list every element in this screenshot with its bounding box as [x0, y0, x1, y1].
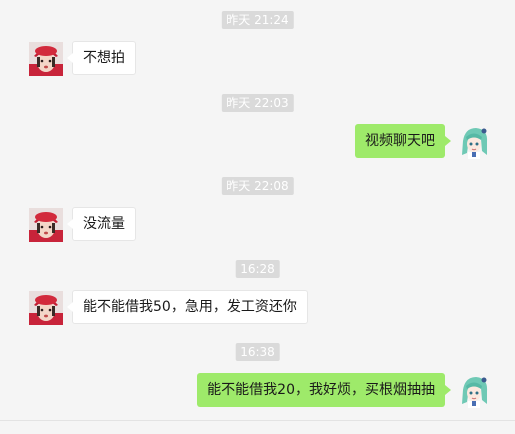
girl-red-hat-avatar-icon [29, 208, 63, 242]
anime-green-hair-avatar-icon [457, 125, 491, 159]
chat-window: 昨天 21:24 不想拍 昨天 22:03 视频聊天吧 昨天 22:08 没流量… [0, 0, 515, 434]
my-message-bubble[interactable]: 视频聊天吧 [355, 124, 451, 158]
contact-avatar[interactable] [29, 291, 63, 325]
message-timestamp: 16:38 [235, 343, 280, 361]
contact-avatar[interactable] [29, 42, 63, 76]
contact-message-bubble[interactable]: 不想拍 [67, 41, 136, 75]
my-avatar[interactable] [457, 125, 491, 159]
message-timestamp: 昨天 22:08 [221, 177, 294, 195]
contact-avatar[interactable] [29, 208, 63, 242]
contact-message-bubble[interactable]: 没流量 [67, 207, 136, 241]
girl-red-hat-avatar-icon [29, 42, 63, 76]
my-message-bubble[interactable]: 能不能借我20，我好烦，买根烟抽抽 [197, 373, 451, 407]
contact-message-bubble[interactable]: 能不能借我50，急用，发工资还你 [67, 290, 308, 324]
message-timestamp: 昨天 21:24 [221, 11, 294, 29]
divider [0, 420, 515, 421]
anime-green-hair-avatar-icon [457, 374, 491, 408]
message-timestamp: 昨天 22:03 [221, 94, 294, 112]
my-avatar[interactable] [457, 374, 491, 408]
message-timestamp: 16:28 [235, 260, 280, 278]
girl-red-hat-avatar-icon [29, 291, 63, 325]
